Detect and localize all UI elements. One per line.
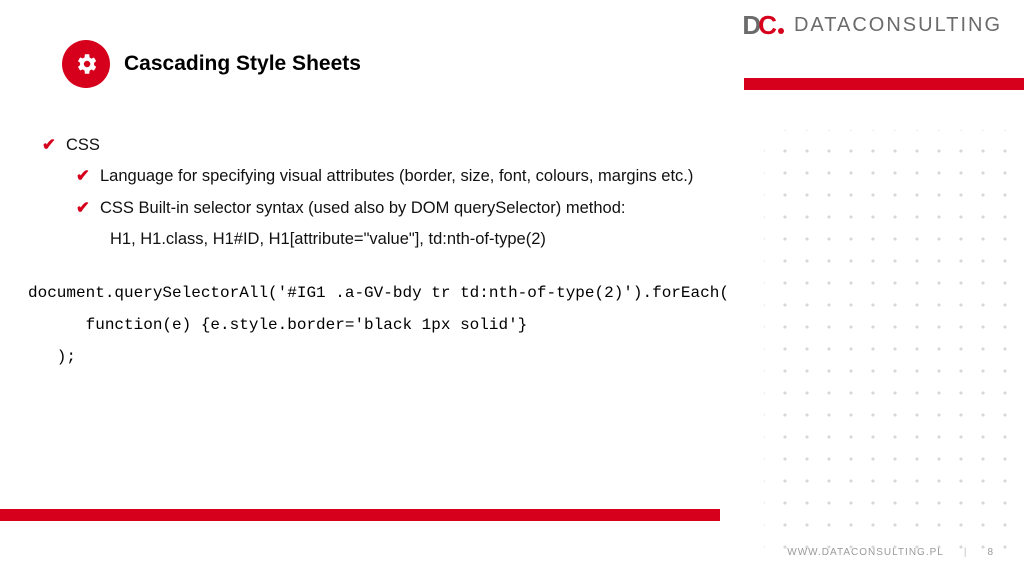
bullet-text: Language for specifying visual attribute… <box>100 167 693 185</box>
page-number: 8 <box>987 547 994 558</box>
code-line: function(e) {e.style.border='black 1px s… <box>28 316 527 334</box>
slide-content: ✔ CSS ✔ Language for specifying visual att… <box>28 130 984 373</box>
footer: WWW.DATACONSULTING.PL | 8 <box>787 547 994 558</box>
top-accent-bar <box>744 78 1024 90</box>
check-icon: ✔ <box>76 161 92 192</box>
code-line: ); <box>28 348 76 366</box>
slide-title-row: Cascading Style Sheets <box>62 40 361 88</box>
bullet-text: CSS <box>66 136 100 154</box>
check-icon: ✔ <box>76 193 92 224</box>
bottom-accent-bar <box>0 509 720 521</box>
code-block: document.querySelectorAll('#IG1 .a-GV-bd… <box>28 277 984 373</box>
bullet-level3: H1, H1.class, H1#ID, H1[attribute="value… <box>28 224 984 255</box>
gears-icon <box>62 40 110 88</box>
footer-separator: | <box>964 547 968 558</box>
check-icon: ✔ <box>42 130 58 161</box>
bullet-level1: ✔ CSS <box>28 130 984 161</box>
bullet-level2: ✔ Language for specifying visual attribut… <box>28 161 984 192</box>
code-line: document.querySelectorAll('#IG1 .a-GV-bd… <box>28 284 729 302</box>
slide-title: Cascading Style Sheets <box>124 52 361 76</box>
footer-url: WWW.DATACONSULTING.PL <box>787 547 944 558</box>
logo-mark: DC <box>742 10 784 41</box>
logo-text: DATACONSULTING <box>794 14 1002 37</box>
logo: DC DATACONSULTING <box>742 10 1002 41</box>
bullet-level2: ✔ CSS Built-in selector syntax (used also… <box>28 193 984 224</box>
bullet-text: H1, H1.class, H1#ID, H1[attribute="value… <box>110 230 546 248</box>
bullet-text: CSS Built-in selector syntax (used also … <box>100 199 625 217</box>
